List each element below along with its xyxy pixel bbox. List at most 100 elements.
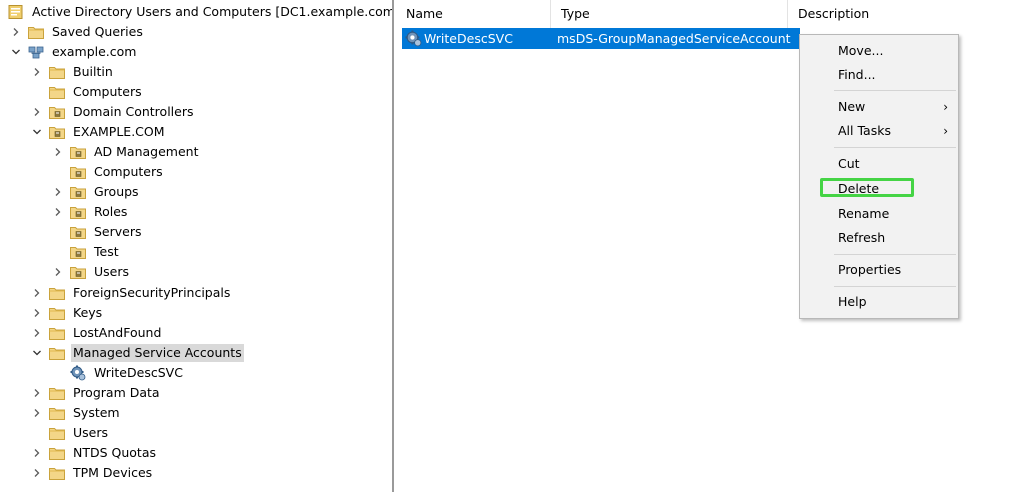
- console-tree-pane[interactable]: Active Directory Users and Computers [DC…: [0, 0, 394, 492]
- tree-item-write-desc-svc[interactable]: WriteDescSVC: [70, 363, 185, 383]
- chevron-right-icon[interactable]: [31, 447, 43, 459]
- chevron-down-icon[interactable]: [31, 347, 43, 359]
- tree-item-program-data[interactable]: Program Data: [31, 383, 162, 403]
- chevron-placeholder: [31, 427, 43, 439]
- tree-item-test[interactable]: Test: [52, 242, 121, 262]
- tree-item-ou-computers[interactable]: Computers: [52, 162, 165, 182]
- tree-item-label: Builtin: [73, 64, 113, 79]
- tree-item-domain[interactable]: example.com: [10, 42, 138, 62]
- chevron-right-icon[interactable]: [31, 106, 43, 118]
- folder-icon: [49, 65, 65, 79]
- tree-item-label: Active Directory Users and Computers [DC…: [32, 4, 394, 19]
- tree-item-builtin[interactable]: Builtin: [31, 62, 115, 82]
- chevron-down-icon[interactable]: [10, 46, 22, 58]
- tree-item-lost-and-found[interactable]: LostAndFound: [31, 323, 163, 343]
- folder-icon: [49, 426, 65, 440]
- tree-item-label: Program Data: [73, 385, 160, 400]
- ou-folder-icon: [70, 265, 86, 279]
- column-header-type[interactable]: Type: [551, 0, 788, 28]
- chevron-right-icon[interactable]: [52, 146, 64, 158]
- menu-item-label: Refresh: [838, 230, 886, 245]
- tree-item-managed-service-accounts[interactable]: Managed Service Accounts: [31, 343, 244, 363]
- menu-item-delete[interactable]: Delete: [800, 178, 958, 200]
- tree-item-label: NTDS Quotas: [73, 445, 157, 460]
- tree-item-label: ForeignSecurityPrincipals: [73, 285, 231, 300]
- chevron-right-icon[interactable]: [31, 327, 43, 339]
- list-cell-type: msDS-GroupManagedServiceAccount: [557, 31, 791, 46]
- ou-folder-icon: [70, 145, 86, 159]
- snapin-root-icon: [8, 5, 24, 19]
- ou-folder-icon: [70, 165, 86, 179]
- folder-icon: [49, 406, 65, 420]
- menu-separator: [834, 90, 956, 91]
- menu-separator: [834, 286, 956, 287]
- chevron-placeholder: [52, 226, 64, 238]
- folder-icon: [49, 326, 65, 340]
- chevron-down-icon[interactable]: [31, 126, 43, 138]
- list-header: Name Type Description: [396, 0, 1022, 28]
- chevron-placeholder: [31, 86, 43, 98]
- tree-item-example-ou[interactable]: EXAMPLE.COM: [31, 122, 167, 142]
- tree-item-foreign-security-principals[interactable]: ForeignSecurityPrincipals: [31, 283, 232, 303]
- tree-item-label: Saved Queries: [52, 24, 143, 39]
- tree-item-groups[interactable]: Groups: [52, 182, 141, 202]
- chevron-right-icon[interactable]: [31, 467, 43, 479]
- tree-item-label: Computers: [94, 164, 163, 179]
- chevron-right-icon[interactable]: [52, 206, 64, 218]
- tree-item-label: EXAMPLE.COM: [73, 124, 165, 139]
- column-header-name[interactable]: Name: [396, 0, 551, 28]
- chevron-right-icon[interactable]: [31, 387, 43, 399]
- tree-item-label: LostAndFound: [73, 325, 162, 340]
- folder-icon: [49, 346, 65, 360]
- submenu-arrow-icon: ›: [943, 124, 948, 138]
- ou-folder-icon: [70, 205, 86, 219]
- tree-item-servers[interactable]: Servers: [52, 222, 144, 242]
- menu-item-cut[interactable]: Cut: [800, 153, 958, 175]
- menu-item-refresh[interactable]: Refresh: [800, 227, 958, 249]
- menu-item-label: Rename: [838, 206, 890, 221]
- list-row-selected[interactable]: WriteDescSVC msDS-GroupManagedServiceAcc…: [402, 28, 800, 49]
- chevron-right-icon[interactable]: [31, 407, 43, 419]
- column-header-description[interactable]: Description: [788, 0, 1018, 28]
- menu-item-all-tasks[interactable]: All Tasks ›: [800, 120, 958, 142]
- tree-item-ad-management[interactable]: AD Management: [52, 142, 201, 162]
- menu-item-new[interactable]: New ›: [800, 96, 958, 118]
- folder-icon: [49, 386, 65, 400]
- menu-item-help[interactable]: Help: [800, 291, 958, 313]
- tree-item-system[interactable]: System: [31, 403, 122, 423]
- menu-item-label: Move...: [838, 43, 884, 58]
- menu-item-find[interactable]: Find...: [800, 64, 958, 86]
- tree-item-label: Groups: [94, 184, 139, 199]
- chevron-right-icon[interactable]: [52, 186, 64, 198]
- menu-item-rename[interactable]: Rename: [800, 203, 958, 225]
- tree-item-label: Users: [73, 425, 109, 440]
- tree-item-computers[interactable]: Computers: [31, 82, 144, 102]
- menu-item-properties[interactable]: Properties: [800, 259, 958, 281]
- tree-item-users[interactable]: Users: [31, 423, 110, 443]
- tree-item-ntds-quotas[interactable]: NTDS Quotas: [31, 443, 158, 463]
- ou-folder-icon: [49, 125, 65, 139]
- context-menu[interactable]: Move... Find... New › All Tasks › Cut De…: [799, 34, 959, 319]
- menu-item-move[interactable]: Move...: [800, 40, 958, 62]
- tree-item-ou-users[interactable]: Users: [52, 262, 131, 282]
- tree-item-tpm-devices[interactable]: TPM Devices: [31, 463, 154, 483]
- list-cell-name: WriteDescSVC: [424, 31, 513, 46]
- tree-item-domain-controllers[interactable]: Domain Controllers: [31, 102, 195, 122]
- menu-item-label: Help: [838, 294, 867, 309]
- tree-item-label: example.com: [52, 44, 137, 59]
- tree-item-roles[interactable]: Roles: [52, 202, 129, 222]
- menu-item-label: New: [838, 99, 866, 114]
- tree-item-saved-queries[interactable]: Saved Queries: [10, 22, 145, 42]
- chevron-right-icon[interactable]: [31, 66, 43, 78]
- tree-item-label: Servers: [94, 224, 142, 239]
- chevron-right-icon[interactable]: [10, 26, 22, 38]
- highlight-box: [820, 178, 914, 197]
- chevron-right-icon[interactable]: [31, 307, 43, 319]
- ou-folder-icon: [70, 185, 86, 199]
- chevron-right-icon[interactable]: [31, 287, 43, 299]
- tree-item-keys[interactable]: Keys: [31, 303, 104, 323]
- tree-item-root[interactable]: Active Directory Users and Computers [DC…: [8, 2, 394, 22]
- ou-folder-icon: [70, 225, 86, 239]
- folder-icon: [49, 85, 65, 99]
- chevron-right-icon[interactable]: [52, 266, 64, 278]
